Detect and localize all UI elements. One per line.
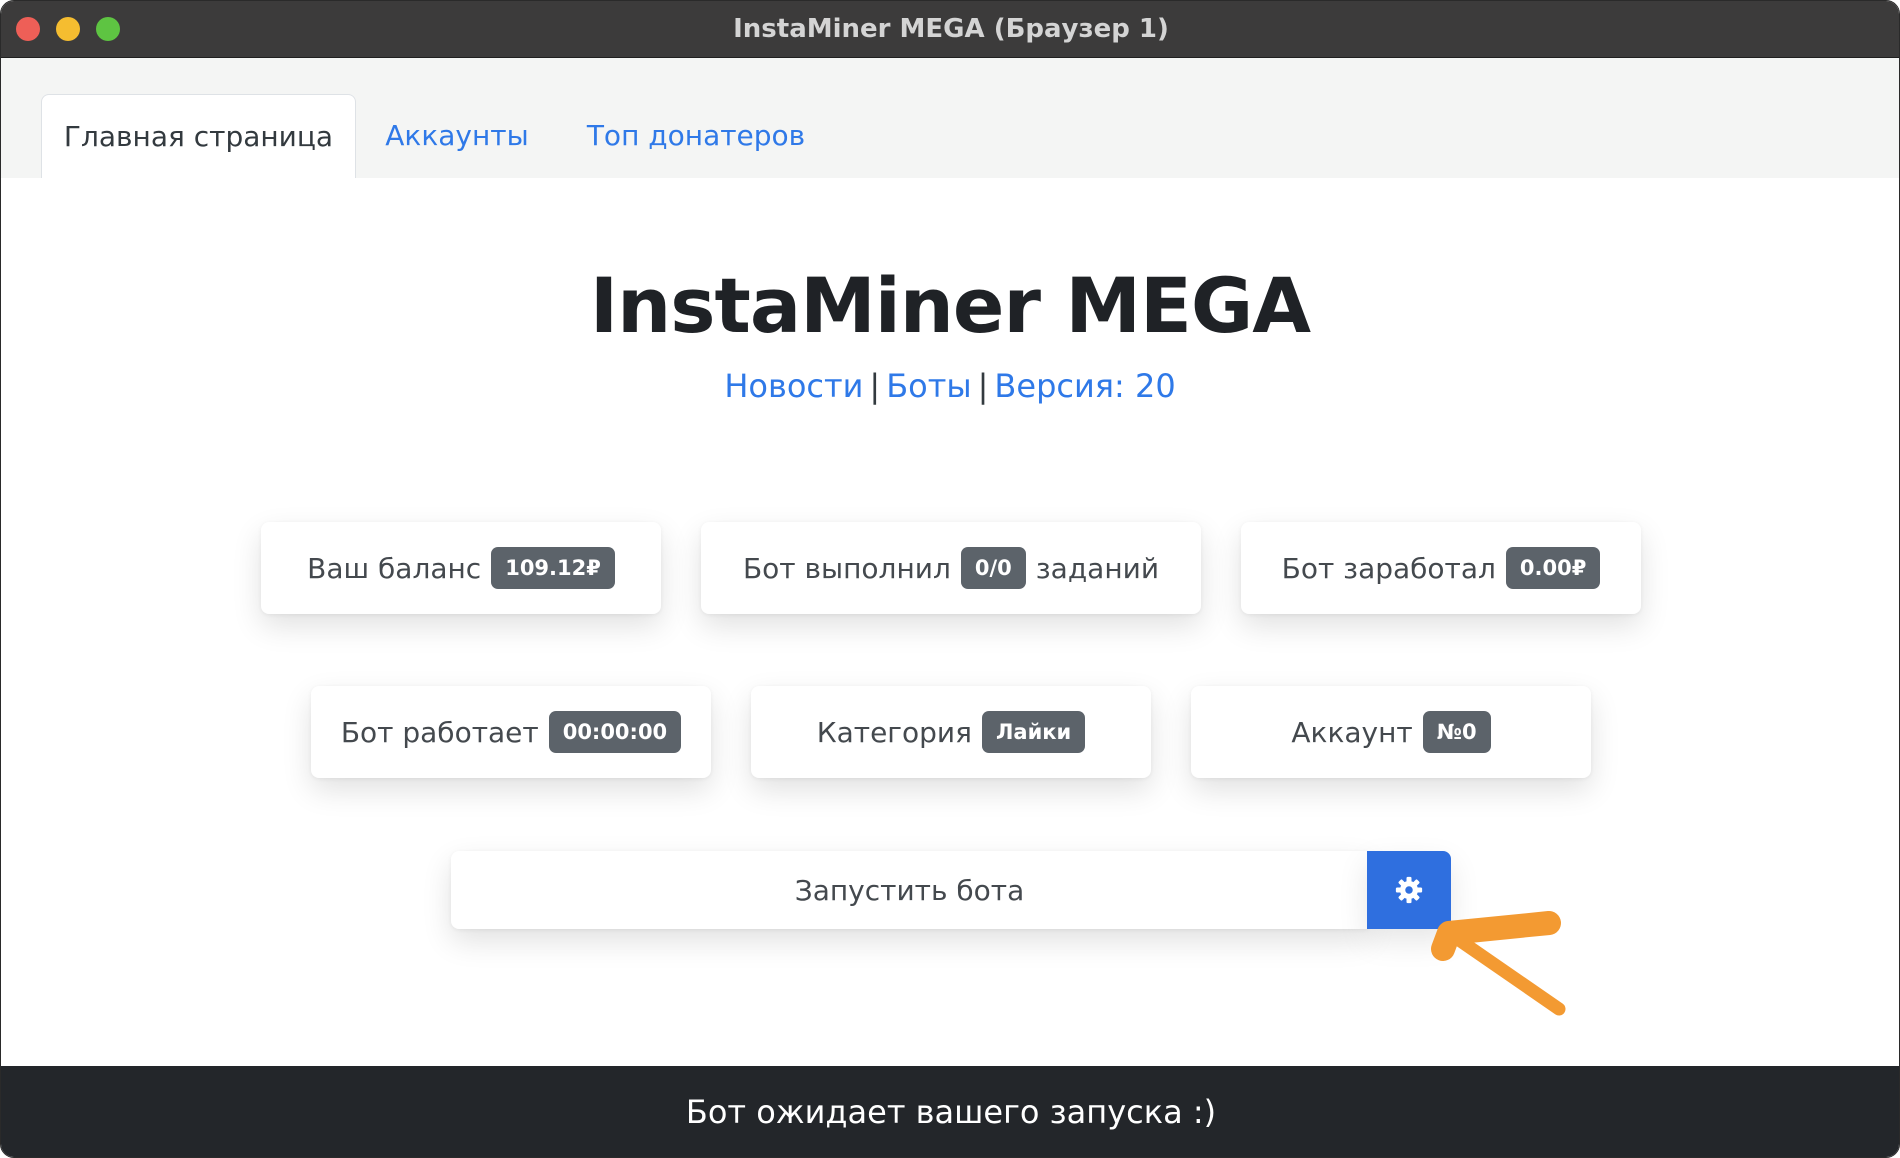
- uptime-label: Бот работает: [340, 715, 539, 749]
- account-label: Аккаунт: [1291, 715, 1413, 749]
- app-window: InstaMiner MEGA (Браузер 1) Главная стра…: [0, 0, 1900, 1158]
- news-link[interactable]: Новости: [724, 367, 863, 405]
- window-title: InstaMiner MEGA (Браузер 1): [733, 14, 1169, 44]
- title-bar: InstaMiner MEGA (Браузер 1): [1, 1, 1899, 58]
- status-bar: Бот ожидает вашего запуска :): [1, 1066, 1899, 1157]
- tab-top-donators[interactable]: Топ донатеров: [581, 94, 811, 178]
- tasks-label: Бот выполнил: [742, 551, 951, 585]
- earned-card: Бот заработал 0.00₽: [1241, 522, 1641, 614]
- balance-card: Ваш баланс 109.12₽: [261, 522, 661, 614]
- account-card: Аккаунт №0: [1191, 686, 1591, 778]
- category-label: Категория: [816, 715, 972, 749]
- link-separator: |: [977, 367, 989, 405]
- uptime-badge: 00:00:00: [548, 711, 682, 753]
- annotation-arrow-icon: [1431, 911, 1566, 1016]
- gear-icon: [1395, 876, 1423, 904]
- earned-badge: 0.00₽: [1505, 547, 1601, 589]
- tasks-suffix: заданий: [1035, 551, 1160, 585]
- earned-label: Бот заработал: [1281, 551, 1496, 585]
- launch-bot-button[interactable]: Запустить бота: [451, 851, 1368, 929]
- tab-home[interactable]: Главная страница: [41, 94, 356, 178]
- category-badge: Лайки: [981, 711, 1086, 753]
- tab-bar: Главная страница Аккаунты Топ донатеров: [1, 58, 1899, 178]
- page-title: InstaMiner MEGA: [589, 261, 1311, 350]
- link-separator: |: [869, 367, 881, 405]
- header-links: Новости | Боты | Версия: 20: [1, 367, 1899, 405]
- version-link[interactable]: Версия: 20: [994, 367, 1175, 405]
- tasks-badge: 0/0: [960, 547, 1026, 589]
- balance-badge: 109.12₽: [491, 547, 615, 589]
- tasks-card: Бот выполнил 0/0 заданий: [701, 522, 1201, 614]
- tab-accounts[interactable]: Аккаунты: [377, 94, 537, 178]
- uptime-card: Бот работает 00:00:00: [311, 686, 711, 778]
- category-card: Категория Лайки: [751, 686, 1151, 778]
- bots-link[interactable]: Боты: [886, 367, 971, 405]
- balance-label: Ваш баланс: [307, 551, 482, 585]
- account-badge: №0: [1422, 711, 1491, 753]
